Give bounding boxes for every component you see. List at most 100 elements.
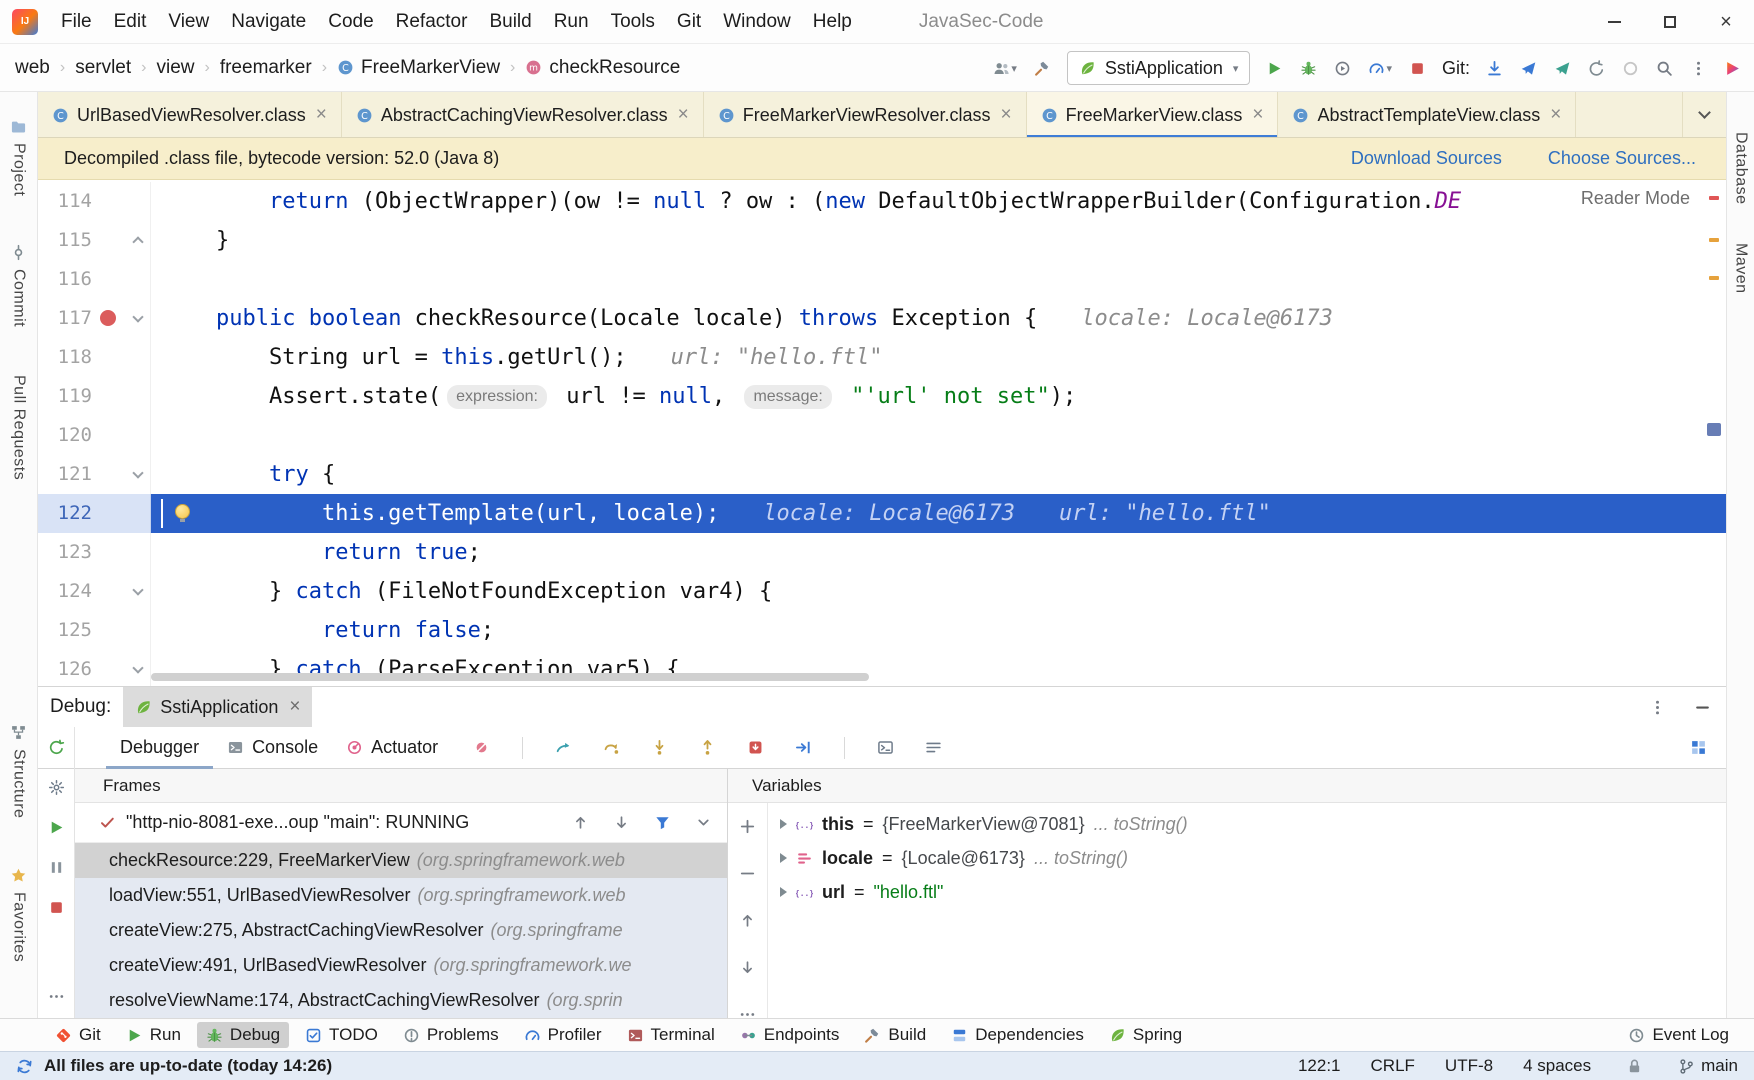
fold-icon[interactable] xyxy=(132,236,143,247)
toolwindow-button-dependencies[interactable]: Dependencies xyxy=(942,1022,1093,1048)
close-icon[interactable]: × xyxy=(1001,104,1012,126)
run-config-selector[interactable]: SstiApplication ▾ xyxy=(1067,51,1251,85)
breakpoint-icon[interactable] xyxy=(100,310,116,326)
breadcrumb-web[interactable]: web xyxy=(8,53,57,83)
stripe-maven[interactable]: Maven xyxy=(1732,243,1750,294)
expand-chevron-icon[interactable] xyxy=(780,887,787,897)
build-project-button[interactable] xyxy=(1029,55,1056,82)
ide-logo-button[interactable] xyxy=(1719,55,1746,82)
stripe-project[interactable]: Project xyxy=(10,118,28,196)
warning-mark[interactable] xyxy=(1709,276,1719,280)
warning-mark[interactable] xyxy=(1709,238,1719,242)
evaluate-expression-button[interactable] xyxy=(872,734,899,761)
breadcrumb-checkresource[interactable]: mcheckResource xyxy=(518,53,687,83)
readonly-lock-button[interactable] xyxy=(1621,1053,1648,1080)
menu-code[interactable]: Code xyxy=(317,5,384,39)
rollback-button[interactable] xyxy=(1583,55,1610,82)
remove-watch-button[interactable] xyxy=(734,860,761,887)
stripe-pull-requests[interactable]: Pull Requests xyxy=(10,375,28,480)
status-widget-4-spaces[interactable]: 4 spaces xyxy=(1523,1056,1591,1076)
toolwindow-button-build[interactable]: Build xyxy=(855,1022,935,1048)
breadcrumb-servlet[interactable]: servlet xyxy=(68,53,138,83)
minimize-button[interactable] xyxy=(1586,0,1642,44)
update-project-button[interactable] xyxy=(1481,55,1508,82)
editor-gutter[interactable]: 117 xyxy=(38,299,151,338)
run-to-cursor-button[interactable] xyxy=(790,734,817,761)
editor-gutter[interactable]: 120 xyxy=(38,416,151,455)
menu-help[interactable]: Help xyxy=(802,5,863,39)
stack-frame-row[interactable]: checkResource:229, FreeMarkerView(org.sp… xyxy=(75,843,727,878)
move-watch-down-button[interactable] xyxy=(734,954,761,981)
step-out-button[interactable] xyxy=(694,734,721,761)
close-icon[interactable]: × xyxy=(678,104,689,126)
search-everywhere-button[interactable] xyxy=(1651,55,1678,82)
editor-gutter[interactable]: 123 xyxy=(38,533,151,572)
menu-run[interactable]: Run xyxy=(543,5,600,39)
stack-frame-row[interactable]: createView:275, AbstractCachingViewResol… xyxy=(75,913,727,948)
thread-list-expand-button[interactable] xyxy=(690,809,717,836)
editor-gutter[interactable]: 121 xyxy=(38,455,151,494)
show-execution-point-button[interactable] xyxy=(550,734,577,761)
debug-tab-console[interactable]: Console xyxy=(213,727,332,769)
editor-tab-abstracttemplateview-class[interactable]: CAbstractTemplateView.class× xyxy=(1278,92,1576,138)
hide-library-frames-button[interactable] xyxy=(649,809,676,836)
more-debug-actions-button[interactable] xyxy=(47,987,66,1006)
menu-navigate[interactable]: Navigate xyxy=(220,5,317,39)
more-options-button[interactable] xyxy=(1644,694,1671,721)
editor-gutter[interactable]: 114 xyxy=(38,182,151,221)
toolwindow-button-todo[interactable]: TODO xyxy=(296,1022,387,1048)
editor-tab-freemarkerview-class[interactable]: CFreeMarkerView.class× xyxy=(1027,92,1279,138)
toolwindow-button-spring[interactable]: Spring xyxy=(1100,1022,1191,1048)
stripe-structure[interactable]: Structure xyxy=(10,724,28,818)
code-editor[interactable]: 114 return (ObjectWrapper)(ow != null ? … xyxy=(38,180,1726,686)
close-icon[interactable]: × xyxy=(1550,104,1561,126)
banner-link-download-sources[interactable]: Download Sources xyxy=(1351,148,1502,169)
more-actions-button[interactable] xyxy=(1685,55,1712,82)
stop-button[interactable] xyxy=(1404,55,1431,82)
menu-window[interactable]: Window xyxy=(712,5,802,39)
stop-program-button[interactable] xyxy=(47,898,66,917)
editor-tab-abstractcachingviewresolver-class[interactable]: CAbstractCachingViewResolver.class× xyxy=(342,92,704,138)
drop-frame-button[interactable] xyxy=(742,734,769,761)
watches-more-button[interactable] xyxy=(734,1001,761,1018)
tostring-link[interactable]: ... toString() xyxy=(1034,848,1128,869)
editor-gutter[interactable]: 118 xyxy=(38,338,151,377)
push-button[interactable] xyxy=(1515,55,1542,82)
stripe-favorites[interactable]: Favorites xyxy=(10,867,28,962)
restore-button[interactable] xyxy=(1642,0,1698,44)
git-branch-widget[interactable]: main xyxy=(1678,1056,1738,1076)
step-into-button[interactable] xyxy=(646,734,673,761)
toolwindow-button-terminal[interactable]: Terminal xyxy=(618,1022,724,1048)
status-widget-crlf[interactable]: CRLF xyxy=(1371,1056,1415,1076)
editor-gutter[interactable]: 122 xyxy=(38,494,151,533)
editor-gutter[interactable]: 115 xyxy=(38,221,151,260)
error-mark[interactable] xyxy=(1709,196,1719,200)
debug-tab-actuator[interactable]: Actuator xyxy=(332,727,452,769)
editor-tab-urlbasedviewresolver-class[interactable]: CUrlBasedViewResolver.class× xyxy=(38,92,342,138)
breadcrumb-view[interactable]: view xyxy=(149,53,201,83)
move-watch-up-button[interactable] xyxy=(734,907,761,934)
menu-tools[interactable]: Tools xyxy=(600,5,666,39)
toolwindow-button-event-log[interactable]: Event Log xyxy=(1619,1022,1738,1048)
fold-icon[interactable] xyxy=(132,662,143,673)
previous-frame-button[interactable] xyxy=(567,809,594,836)
stripe-commit[interactable]: Commit xyxy=(10,244,28,327)
resume-program-button[interactable] xyxy=(47,818,66,837)
expand-chevron-icon[interactable] xyxy=(780,853,787,863)
editor-gutter[interactable]: 124 xyxy=(38,572,151,611)
fold-icon[interactable] xyxy=(132,467,143,478)
view-options-button[interactable] xyxy=(920,734,947,761)
editor-gutter[interactable]: 119 xyxy=(38,377,151,416)
vertical-scrollbar-thumb[interactable] xyxy=(1707,423,1721,436)
mute-breakpoints-button[interactable] xyxy=(468,734,495,761)
code-with-me-button[interactable]: ▾ xyxy=(988,55,1022,82)
new-watch-button[interactable] xyxy=(734,813,761,840)
variable-row-this[interactable]: {..}this={FreeMarkerView@7081}... toStri… xyxy=(768,807,1726,841)
editor-gutter[interactable]: 125 xyxy=(38,611,151,650)
fold-icon[interactable] xyxy=(132,584,143,595)
run-button[interactable] xyxy=(1261,55,1288,82)
pause-program-button[interactable] xyxy=(47,858,66,877)
close-icon[interactable]: × xyxy=(316,104,327,126)
stack-frame-row[interactable]: resolveViewName:174, AbstractCachingView… xyxy=(75,983,727,1018)
expand-chevron-icon[interactable] xyxy=(780,819,787,829)
